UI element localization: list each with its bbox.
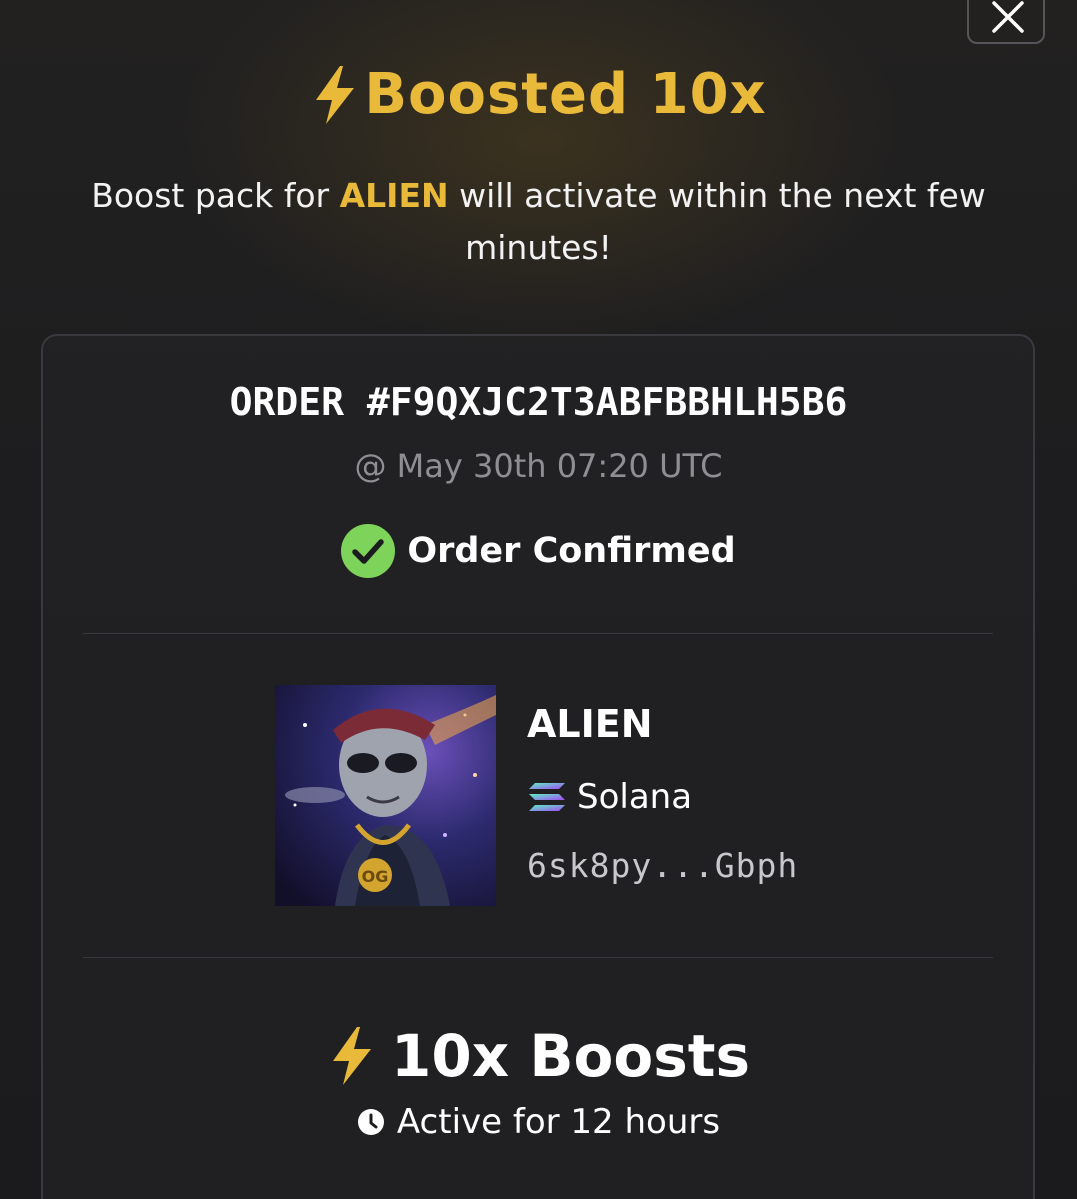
- page-title: Boosted 10x: [0, 62, 1077, 127]
- svg-text:OG: OG: [362, 867, 389, 886]
- boost-duration: Active for 12 hours: [0, 1102, 1077, 1142]
- order-timestamp: @ May 30th 07:20 UTC: [354, 447, 723, 485]
- page-subtitle: Boost pack for ALIEN will activate withi…: [60, 170, 1017, 274]
- close-icon: [992, 1, 1024, 33]
- alien-token-image: OG: [275, 685, 496, 906]
- divider: [83, 957, 993, 958]
- lightning-icon: [333, 1027, 371, 1085]
- boost-title-text: 10x Boosts: [391, 1022, 750, 1090]
- order-status: Order Confirmed: [0, 524, 1077, 578]
- lightning-icon: [316, 65, 355, 124]
- order-id: ORDER #F9QXJC2T3ABFBBHLH5B6: [229, 380, 848, 424]
- boost-duration-label: Active for 12 hours: [396, 1102, 721, 1142]
- divider: [83, 633, 993, 634]
- page-title-text: Boosted 10x: [364, 62, 767, 127]
- token-image: OG: [275, 685, 496, 906]
- close-button[interactable]: [967, 0, 1045, 44]
- boost-title: 10x Boosts: [0, 1022, 1077, 1090]
- solana-icon: [529, 783, 565, 811]
- subtitle-prefix: Boost pack for: [91, 176, 340, 215]
- token-chain-label: Solana: [577, 777, 693, 817]
- token-chain: Solana: [527, 777, 692, 817]
- order-status-label: Order Confirmed: [407, 531, 736, 571]
- token-address[interactable]: 6sk8py...Gbph: [527, 846, 798, 885]
- clock-icon: [357, 1109, 384, 1135]
- subtitle-suffix: will activate within the next few minute…: [448, 176, 986, 267]
- check-circle-icon: [341, 524, 396, 578]
- token-name: ALIEN: [527, 702, 653, 746]
- subtitle-token: ALIEN: [339, 176, 449, 215]
